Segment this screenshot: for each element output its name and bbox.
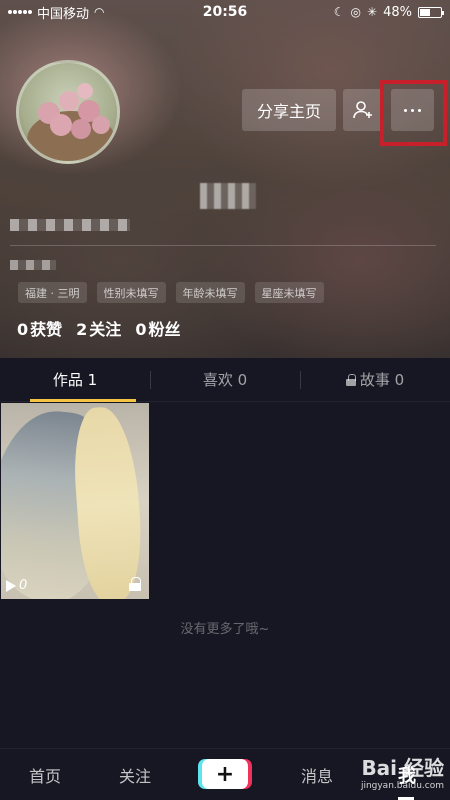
post-thumbnail[interactable]: 0: [1, 403, 149, 599]
tab-likes[interactable]: 喜欢 0: [150, 358, 300, 401]
wifi-icon: ◠: [94, 5, 105, 19]
watermark-main: Bai 经验: [361, 756, 444, 780]
stat-likes-count: 0: [17, 320, 29, 339]
profile-divider: [10, 245, 436, 246]
profile-screen: 中国移动 ◠ 20:56 ☾ ◎ ✳ 48% 分享主页 福建 · 三明 性别未填…: [0, 0, 450, 800]
tab-works-label: 作品 1: [52, 371, 98, 389]
person-add-icon: [353, 101, 372, 119]
status-bar: 中国移动 ◠ 20:56 ☾ ◎ ✳ 48%: [0, 0, 450, 24]
status-time: 20:56: [202, 4, 248, 20]
more-button[interactable]: [391, 89, 434, 131]
stat-following[interactable]: 2 关注: [76, 316, 121, 340]
tab-stories[interactable]: 故事 0: [300, 358, 450, 401]
profile-tags: 福建 · 三明 性别未填写 年龄未填写 星座未填写: [18, 282, 324, 303]
profile-tabs: 作品 1 喜欢 0 故事 0: [0, 358, 450, 402]
private-lock-icon: [129, 577, 141, 591]
stat-likes-label: 获赞: [30, 320, 63, 339]
lock-icon: [345, 373, 356, 386]
moon-icon: ☾: [333, 5, 345, 19]
carrier-label: 中国移动: [37, 6, 90, 22]
status-bar-left: 中国移动 ◠: [8, 3, 105, 22]
play-count: 0: [6, 578, 27, 593]
add-friend-button[interactable]: [343, 89, 383, 131]
battery-icon: [418, 6, 444, 18]
tag-age[interactable]: 年龄未填写: [175, 282, 245, 303]
signature-redacted: [10, 260, 56, 270]
user-id-redacted: [10, 219, 130, 231]
no-more-text: 没有更多了哦~: [180, 622, 270, 637]
tab-works[interactable]: 作品 1: [0, 358, 150, 402]
bluetooth-icon: ✳: [367, 5, 378, 19]
works-grid: 0 没有更多了哦~: [0, 402, 450, 748]
stat-followers-count: 0: [135, 320, 147, 339]
stat-followers[interactable]: 0 粉丝: [135, 316, 180, 340]
tag-location[interactable]: 福建 · 三明: [18, 282, 87, 303]
tag-zodiac[interactable]: 星座未填写: [254, 282, 324, 303]
more-dots-icon: [404, 108, 421, 112]
rotation-lock-icon: ◎: [350, 5, 362, 19]
play-icon: [6, 579, 16, 592]
tag-gender[interactable]: 性别未填写: [96, 282, 166, 303]
nav-home[interactable]: 首页: [14, 749, 76, 800]
signal-icon: [8, 10, 32, 14]
nav-follow[interactable]: 关注: [104, 749, 166, 800]
stat-following-count: 2: [76, 320, 88, 339]
stat-followers-label: 粉丝: [148, 320, 181, 339]
nav-messages[interactable]: 消息: [286, 749, 348, 800]
profile-header-background: [0, 0, 450, 358]
avatar[interactable]: [16, 60, 120, 164]
profile-stats: 0 获赞 2 关注 0 粉丝: [17, 316, 180, 340]
nickname-redacted: [200, 183, 256, 209]
share-profile-button[interactable]: 分享主页: [242, 89, 336, 131]
battery-percent: 48%: [383, 4, 412, 20]
stat-following-label: 关注: [89, 320, 122, 339]
tab-likes-label: 喜欢 0: [202, 371, 248, 389]
tab-separator: [150, 371, 151, 389]
watermark-sub: jingyan.baidu.com: [360, 781, 444, 791]
tab-separator: [300, 371, 301, 389]
status-bar-right: ☾ ◎ ✳ 48%: [333, 4, 444, 20]
stat-likes[interactable]: 0 获赞: [17, 316, 62, 340]
tab-stories-label: 故事 0: [359, 371, 405, 389]
create-video-button[interactable]: +: [202, 759, 248, 789]
play-count-value: 0: [19, 578, 28, 593]
avatar-flowers-icon: [38, 83, 110, 139]
baidu-watermark: Bai 经验 jingyan.baidu.com: [361, 752, 444, 791]
